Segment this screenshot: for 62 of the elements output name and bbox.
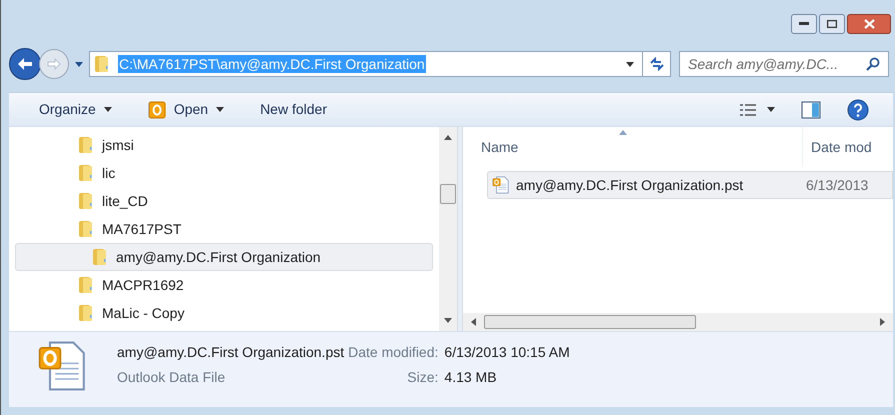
folder-icon (78, 164, 94, 182)
details-label: Date modified: (348, 343, 438, 362)
search-field[interactable]: Search amy@amy.DC... (679, 51, 889, 77)
scroll-down-icon (444, 318, 452, 323)
details-label: Size: (406, 368, 438, 387)
file-name: amy@amy.DC.First Organization.pst (516, 176, 744, 195)
search-input[interactable]: Search amy@amy.DC... (688, 54, 866, 74)
caret-icon (216, 107, 224, 112)
file-row[interactable]: amy@amy.DC.First Organization.pst 6/13/2013 (487, 171, 893, 199)
caret-icon (767, 107, 775, 112)
folder-tree-item[interactable]: MA7617PST (15, 215, 433, 243)
address-path: C:\MA7617PST\amy@amy.DC.First Organization (118, 55, 426, 73)
folder-icon (78, 304, 94, 322)
back-button[interactable] (9, 48, 41, 80)
details-value: 6/13/2013 10:15 AM (444, 343, 570, 362)
scroll-left-icon (471, 318, 476, 326)
caret-icon (104, 107, 112, 112)
open-button[interactable]: Open (138, 96, 234, 124)
folder-tree-item[interactable]: jsmsi (15, 131, 433, 159)
details-value: 4.13 MB (444, 368, 498, 387)
folder-icon (94, 55, 110, 73)
horizontal-scrollbar[interactable] (463, 313, 893, 331)
file-date: 6/13/2013 (806, 176, 868, 194)
column-header[interactable]: Name (463, 127, 803, 167)
folder-icon (78, 220, 94, 238)
folder-tree-item[interactable]: lite_CD (15, 187, 433, 215)
new-folder-button[interactable]: New folder (250, 96, 337, 124)
outlook-icon (148, 100, 166, 118)
folder-icon (78, 136, 94, 154)
preview-pane-icon (801, 100, 821, 118)
close-button[interactable] (847, 14, 891, 34)
folder-tree-item[interactable]: lic (15, 159, 433, 187)
refresh-icon (648, 57, 664, 71)
scroll-right-icon (880, 318, 885, 326)
back-arrow-icon (17, 57, 33, 71)
minimize-button[interactable] (791, 14, 817, 34)
minimize-icon (799, 22, 809, 26)
folder-tree-item[interactable]: MaLic - Copy (15, 299, 433, 327)
search-icon (866, 57, 880, 71)
details-file-name: amy@amy.DC.First Organization.pst (117, 343, 344, 362)
scroll-thumb[interactable] (440, 184, 456, 204)
help-icon (847, 98, 869, 120)
caret-icon (626, 62, 634, 66)
folder-tree-item[interactable]: MACPR1692 (15, 271, 433, 299)
folder-icon (78, 192, 94, 210)
maximize-button[interactable] (819, 14, 845, 34)
outlook-file-icon (492, 176, 510, 194)
scroll-thumb[interactable] (484, 315, 696, 329)
column-header[interactable]: Date mod (803, 127, 893, 167)
organize-button[interactable]: Organize (29, 96, 122, 124)
caret-icon (75, 62, 83, 66)
folder-icon (78, 276, 94, 294)
folder-icon (92, 248, 108, 266)
tree-scrollbar[interactable] (439, 127, 457, 331)
sort-arrow-icon (619, 130, 627, 135)
maximize-icon (827, 20, 837, 28)
details-view-icon (739, 102, 757, 116)
folder-tree-item[interactable]: amy@amy.DC.First Organization (15, 243, 433, 271)
close-icon (864, 19, 874, 29)
details-file-type: Outlook Data File (117, 368, 226, 387)
forward-arrow-icon (47, 58, 61, 70)
scroll-up-icon (444, 135, 452, 140)
